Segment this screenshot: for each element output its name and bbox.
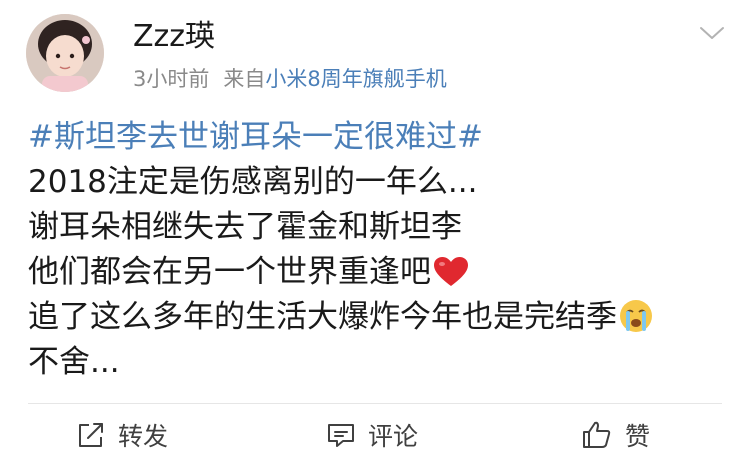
repost-button[interactable]: 转发 [76, 415, 168, 455]
topic-hashtag-link[interactable]: #斯坦李去世谢耳朵一定很难过# [28, 115, 728, 160]
post-text-line: 他们都会在另一个世界重逢吧 [28, 250, 728, 295]
avatar-photo-icon [26, 14, 104, 92]
thumbs-up-icon [583, 421, 611, 448]
comment-label: 评论 [368, 422, 419, 451]
repost-label: 转发 [118, 422, 169, 451]
like-label: 赞 [625, 422, 651, 451]
post-text-line: 谢耳朵相继失去了霍金和斯坦李 [28, 209, 462, 245]
post-meta: 3小时前 来自小米8周年旗舰手机 [133, 65, 447, 93]
author-name[interactable]: Zzz瑛 [133, 17, 215, 57]
post-text: 他们都会在另一个世界重逢吧 [28, 254, 431, 290]
comment-icon [328, 424, 354, 447]
divider [28, 403, 722, 404]
comment-button[interactable]: 评论 [326, 415, 418, 455]
weibo-post-card: Zzz瑛 3小时前 来自小米8周年旗舰手机 #斯坦李去世谢耳朵一定很难过# 201… [0, 0, 750, 457]
post-text-line: 2018注定是伤感离别的一年么... [28, 164, 478, 200]
post-content: #斯坦李去世谢耳朵一定很难过# 2018注定是伤感离别的一年么... 谢耳朵相继… [28, 115, 728, 385]
repost-icon [79, 423, 103, 447]
like-button[interactable]: 赞 [581, 415, 650, 455]
source-prefix: 来自 [223, 67, 266, 91]
crying-face-icon [619, 299, 653, 346]
source-device-link[interactable]: 小米8周年旗舰手机 [265, 67, 446, 91]
post-text-line: 追了这么多年的生活大爆炸今年也是完结季 [28, 295, 728, 340]
post-time: 3小时前 [133, 67, 210, 91]
chevron-down-icon[interactable] [697, 18, 727, 48]
post-text-line: 不舍... [28, 344, 120, 380]
avatar[interactable] [26, 14, 104, 92]
post-text: 追了这么多年的生活大爆炸今年也是完结季 [28, 299, 617, 335]
